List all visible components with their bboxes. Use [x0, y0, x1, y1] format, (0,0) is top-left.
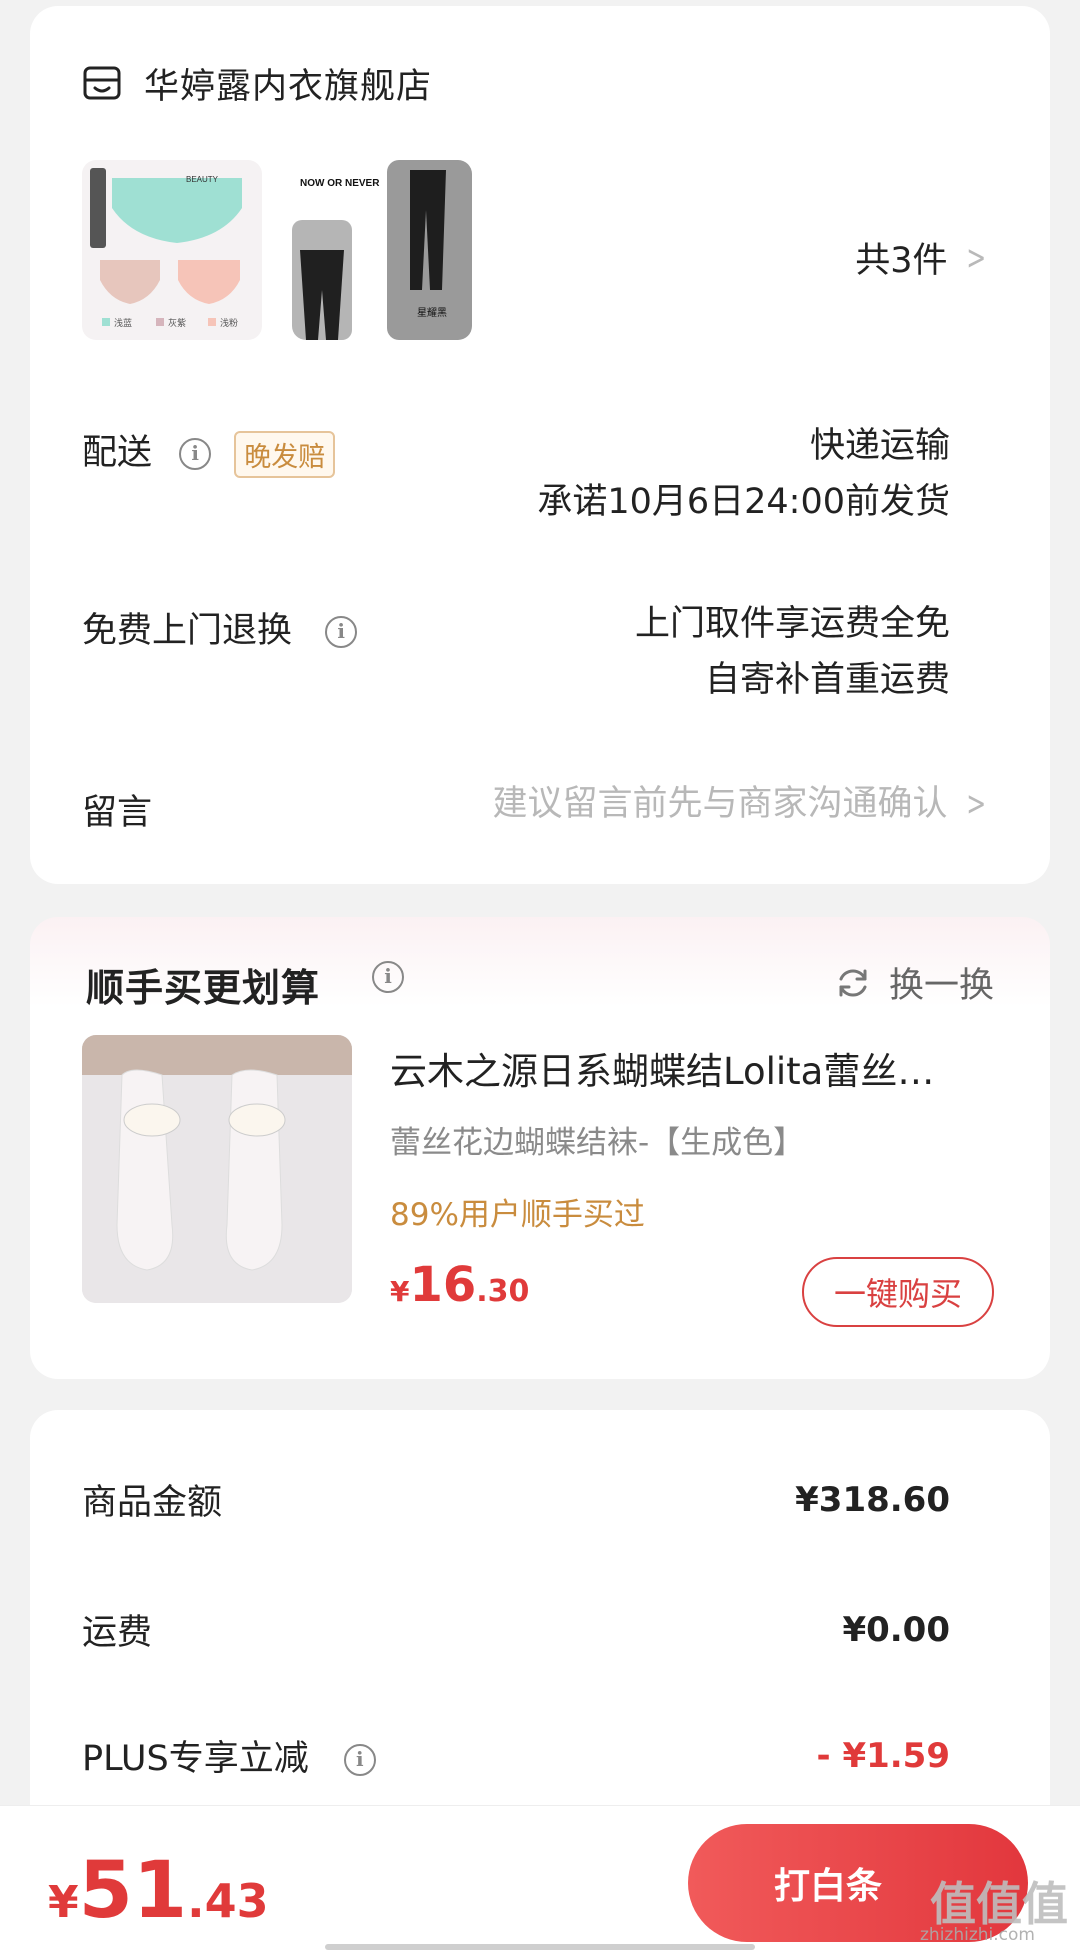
product-thumbnail-leggings[interactable]: NOW OR NEVER 星耀黑: [292, 160, 472, 340]
store-header[interactable]: 华婷露内衣旗舰店: [82, 58, 432, 109]
item-count-link[interactable]: 共3件 >: [855, 232, 990, 283]
item-count-label: 共3件: [855, 241, 948, 281]
price-decimal: .30: [476, 1274, 530, 1309]
total-currency: ¥: [48, 1877, 79, 1928]
summary-value: ¥318.60: [795, 1479, 950, 1520]
returns-info: 上门取件享运费全免 自寄补首重运费: [635, 596, 950, 708]
late-ship-badge: 晚发赔: [234, 430, 336, 478]
returns-line-2: 自寄补首重运费: [704, 660, 950, 700]
watermark-url: zhizhizhi.com: [920, 1925, 1035, 1945]
chevron-right-icon: >: [965, 784, 986, 824]
delivery-info[interactable]: 快递运输 承诺10月6日24:00前发货: [537, 418, 950, 530]
store-name: 华婷露内衣旗舰店: [144, 67, 433, 107]
thumb-color-label: 星耀黑: [417, 307, 447, 319]
note-label: 留言: [82, 793, 153, 833]
delivery-method: 快递运输: [809, 426, 950, 466]
note-input[interactable]: 建议留言前先与商家沟通确认 >: [492, 776, 990, 832]
note-placeholder: 建议留言前先与商家沟通确认: [492, 784, 948, 824]
thumb-color-1: 浅蓝: [114, 317, 132, 328]
summary-value: - ¥1.59: [816, 1735, 951, 1776]
summary-row-plus-discount: PLUS专享立减 i - ¥1.59: [82, 1730, 950, 1781]
summary-value: ¥0.00: [842, 1609, 950, 1650]
returns-row: 免费上门退换 i: [82, 602, 358, 653]
home-indicator[interactable]: [325, 1944, 755, 1950]
refresh-label: 换一换: [888, 966, 994, 1006]
thumb-headline: NOW OR NEVER: [300, 178, 380, 189]
refresh-icon: [839, 969, 867, 996]
one-click-buy-button[interactable]: 一键购买: [802, 1257, 994, 1327]
upsell-title: 顺手买更划算: [86, 966, 321, 1010]
summary-row-shipping: 运费 ¥0.00: [82, 1604, 950, 1655]
total-decimal: .43: [187, 1874, 269, 1928]
delivery-promise: 承诺10月6日24:00前发货: [537, 482, 950, 522]
upsell-product-name[interactable]: 云木之源日系蝴蝶结Lolita蕾丝花边袜: [390, 1041, 960, 1095]
plus-discount-label-group: PLUS专享立减 i: [82, 1730, 376, 1781]
summary-label: 运费: [82, 1613, 153, 1653]
leggings-image: NOW OR NEVER 星耀黑: [292, 160, 472, 340]
chevron-right-icon: >: [965, 237, 986, 278]
price-currency: ¥: [390, 1275, 410, 1308]
summary-label: 商品金额: [82, 1483, 223, 1523]
upsell-card: 顺手买更划算 i 换一换 云木之源日系蝴蝶结Lolita蕾丝花边袜 蕾丝花边蝴蝶…: [30, 917, 1050, 1379]
underwear-image: BEAUTY 浅蓝 灰紫 浅粉: [90, 168, 242, 328]
upsell-product-image[interactable]: [82, 1035, 352, 1303]
price-integer: 16: [409, 1257, 477, 1313]
info-icon[interactable]: i: [325, 616, 358, 648]
lace-socks-image: [82, 1035, 352, 1303]
refresh-button[interactable]: 换一换: [835, 957, 994, 1008]
upsell-price: ¥16.30: [390, 1257, 529, 1313]
info-icon[interactable]: i: [179, 438, 212, 470]
store-icon: [83, 66, 121, 99]
summary-label: PLUS专享立减: [82, 1739, 309, 1779]
upsell-product-tag: 89%用户顺手买过: [390, 1197, 645, 1233]
store-card: 华婷露内衣旗舰店 BEAUTY 浅蓝 灰紫 浅粉 NOW OR NEVER 星耀…: [30, 6, 1050, 884]
delivery-label: 配送: [82, 433, 153, 473]
info-icon[interactable]: i: [372, 961, 404, 993]
delivery-row: 配送 i 晚发赔: [82, 424, 336, 478]
total-price: ¥51.43: [48, 1846, 269, 1936]
info-icon[interactable]: i: [343, 1744, 376, 1776]
upsell-product-spec: 蕾丝花边蝴蝶结袜-【生成色】: [390, 1125, 805, 1161]
total-integer: 51: [78, 1846, 188, 1936]
thumb-color-2: 灰紫: [168, 317, 186, 328]
thumb-color-3: 浅粉: [220, 317, 238, 328]
product-thumbnail-underwear[interactable]: BEAUTY 浅蓝 灰紫 浅粉: [82, 160, 262, 340]
thumb-brand-text: BEAUTY: [186, 175, 219, 184]
returns-label: 免费上门退换: [82, 611, 293, 651]
summary-row-subtotal: 商品金额 ¥318.60: [82, 1474, 950, 1525]
returns-line-1: 上门取件享运费全免: [634, 604, 950, 644]
checkout-bar: ¥51.43 打白条: [0, 1805, 1080, 1955]
